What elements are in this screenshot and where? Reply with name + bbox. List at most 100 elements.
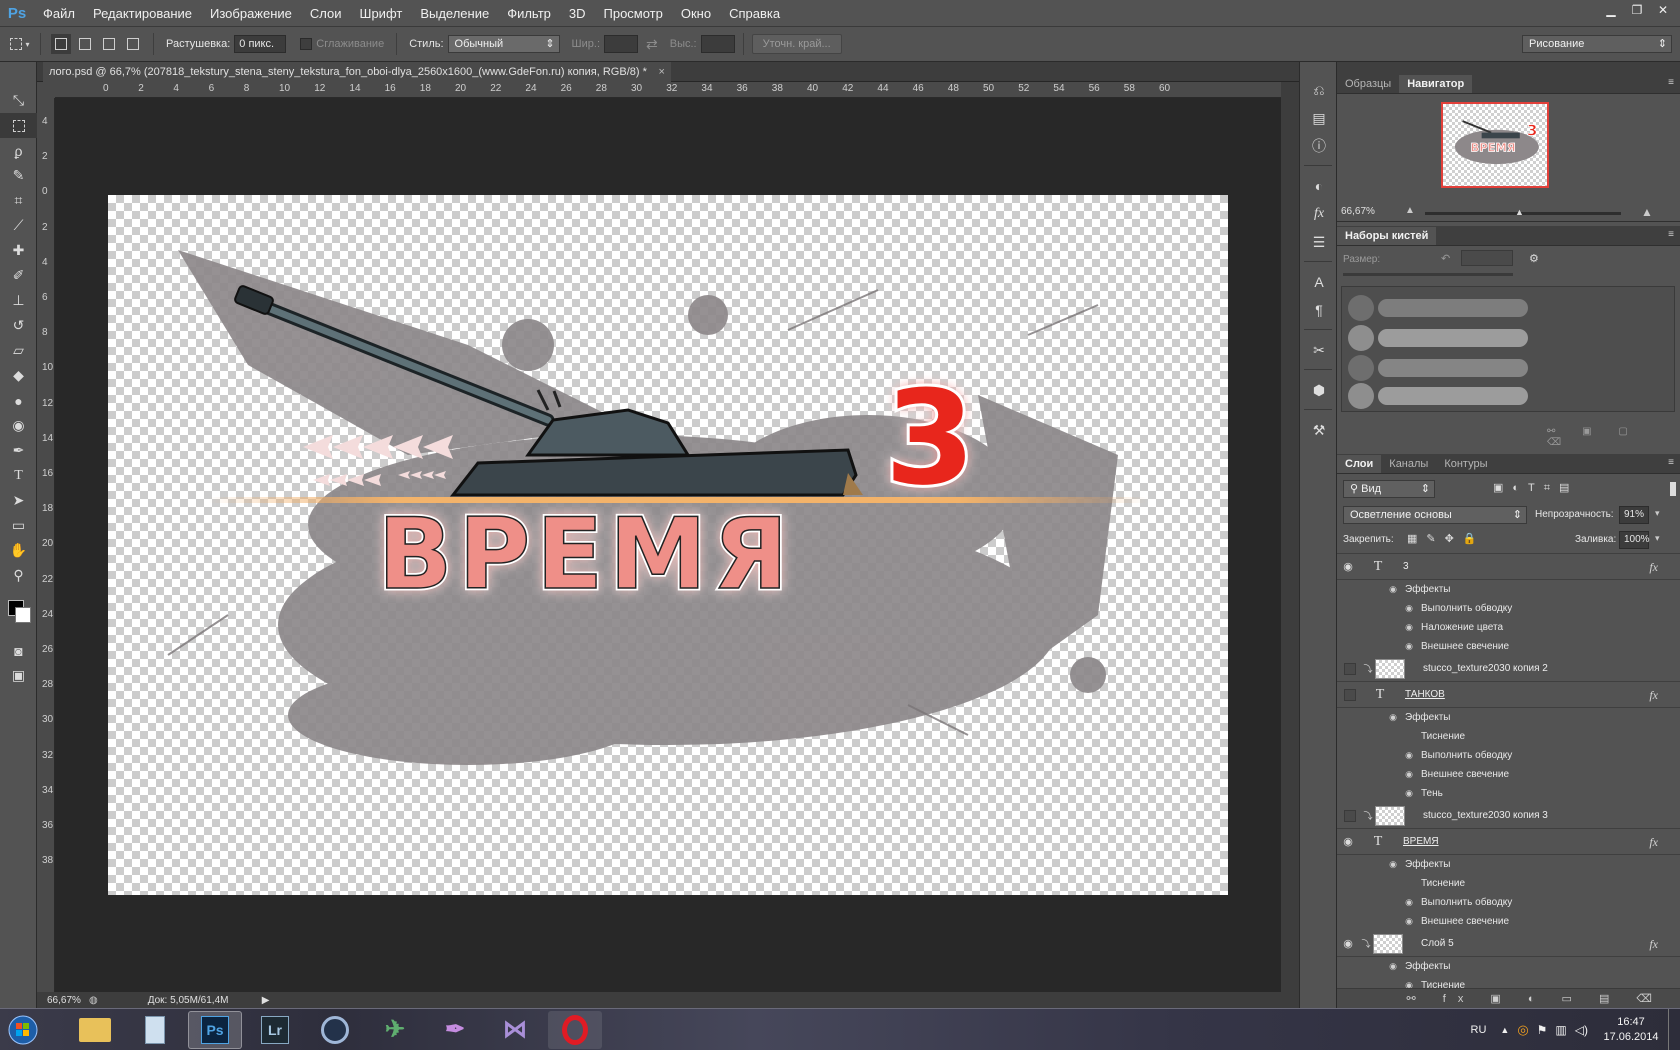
menu-window[interactable]: Окно bbox=[672, 0, 720, 27]
menu-view[interactable]: Просмотр bbox=[595, 0, 672, 27]
menu-3d[interactable]: 3D bbox=[560, 0, 595, 27]
character-panel-icon[interactable]: A bbox=[1300, 268, 1338, 296]
menu-select[interactable]: Выделение bbox=[411, 0, 498, 27]
visibility-eye-icon[interactable]: ◉ bbox=[1337, 560, 1359, 573]
effect-row[interactable]: ◉ Внешнее свечение bbox=[1337, 912, 1680, 931]
effect-eye-icon[interactable]: ◉ bbox=[1401, 603, 1417, 614]
history-panel-icon[interactable]: ⎌ bbox=[1300, 76, 1338, 104]
crop-tool-icon[interactable]: ⌗ bbox=[0, 188, 37, 213]
layers-list[interactable]: ◉ T 3 fx ◉ Эффекты ◉ Выполнить обводку ◉ Наложени… bbox=[1337, 554, 1680, 1012]
visibility-toggle[interactable] bbox=[1344, 809, 1356, 822]
effect-eye-icon[interactable]: ◉ bbox=[1401, 622, 1417, 633]
brush-size-input[interactable] bbox=[1461, 250, 1513, 266]
taskbar-calculator-icon[interactable] bbox=[128, 1011, 182, 1049]
effect-eye-icon[interactable]: ◉ bbox=[1385, 859, 1401, 870]
brush-size-slider[interactable] bbox=[1343, 273, 1513, 276]
shape-tool-icon[interactable]: ▭ bbox=[0, 513, 37, 538]
layer-filter-icons[interactable]: ▣◐T⌗▤ bbox=[1493, 481, 1578, 495]
move-tool-icon[interactable]: ⤡ bbox=[0, 88, 37, 113]
taskbar-explorer-icon[interactable] bbox=[68, 1011, 122, 1049]
status-info-icon[interactable]: ◍ bbox=[89, 995, 98, 1006]
tray-expand-icon[interactable]: ▲ bbox=[1500, 1025, 1509, 1035]
effect-eye-icon[interactable]: ◉ bbox=[1401, 916, 1417, 927]
navigator-thumbnail[interactable]: ВРЕМЯ 3 bbox=[1441, 102, 1549, 188]
effects-group-row[interactable]: ◉ Эффекты bbox=[1337, 855, 1680, 874]
start-button[interactable] bbox=[0, 1010, 46, 1050]
effect-eye-icon[interactable]: ◉ bbox=[1385, 712, 1401, 723]
fill-dropdown-icon[interactable]: ▾ bbox=[1655, 533, 1660, 544]
effect-eye-icon[interactable]: ◉ bbox=[1385, 584, 1401, 595]
fx-icon[interactable]: fx bbox=[1649, 937, 1658, 952]
eyedropper-tool-icon[interactable]: ⟋ bbox=[0, 213, 37, 238]
tab-swatches[interactable]: Образцы bbox=[1337, 75, 1399, 93]
effects-group-row[interactable]: ◉ Эффекты bbox=[1337, 708, 1680, 727]
layer-row[interactable]: T ТАНКОВ fx bbox=[1337, 682, 1680, 708]
tab-channels[interactable]: Каналы bbox=[1381, 455, 1436, 473]
actions-panel-icon[interactable]: ▤ bbox=[1300, 104, 1338, 132]
refine-edge-button[interactable]: Уточн. край... bbox=[751, 34, 842, 54]
menu-type[interactable]: Шрифт bbox=[351, 0, 412, 27]
fill-input[interactable]: 100% bbox=[1619, 531, 1650, 549]
menu-filter[interactable]: Фильтр bbox=[498, 0, 560, 27]
effects-group-row[interactable]: ◉ Эффекты bbox=[1337, 580, 1680, 599]
menu-file[interactable]: Файл bbox=[34, 0, 84, 27]
tray-volume-icon[interactable]: ◁) bbox=[1575, 1023, 1588, 1037]
tab-close-icon[interactable]: × bbox=[658, 62, 664, 82]
clock[interactable]: 16:47 17.06.2014 bbox=[1594, 1015, 1668, 1045]
path-select-tool-icon[interactable]: ➤ bbox=[0, 488, 37, 513]
tool-presets-panel-icon[interactable]: ✂ bbox=[1300, 336, 1338, 364]
menu-image[interactable]: Изображение bbox=[201, 0, 301, 27]
zoom-out-icon[interactable]: ▲ bbox=[1405, 205, 1415, 216]
lasso-tool-icon[interactable]: ϼ bbox=[0, 138, 37, 163]
effect-eye-icon[interactable]: ◉ bbox=[1401, 769, 1417, 780]
effect-row[interactable]: ◉ Внешнее свечение bbox=[1337, 765, 1680, 784]
paragraph-panel-icon[interactable]: ¶ bbox=[1300, 296, 1338, 324]
intersect-selection-icon[interactable] bbox=[123, 34, 143, 54]
clone-source-panel-icon[interactable]: ⚒ bbox=[1300, 416, 1338, 444]
eraser-tool-icon[interactable]: ▱ bbox=[0, 338, 37, 363]
language-indicator[interactable]: RU bbox=[1471, 1024, 1487, 1036]
adjustments-panel-icon[interactable]: ◐ bbox=[1300, 172, 1338, 200]
document-tab[interactable]: лого.psd @ 66,7% (207818_tekstury_stena_… bbox=[43, 62, 671, 82]
effect-eye-icon[interactable]: ◉ bbox=[1401, 788, 1417, 799]
taskbar-game-icon[interactable]: ✈ bbox=[368, 1011, 422, 1049]
taskbar-visualstudio-icon[interactable]: ⋈ bbox=[488, 1011, 542, 1049]
lock-icons[interactable]: ▦✎✥🔒 bbox=[1407, 532, 1486, 545]
opacity-input[interactable]: 91% bbox=[1619, 506, 1649, 524]
visibility-toggle[interactable] bbox=[1344, 662, 1356, 675]
3d-panel-icon[interactable]: ⬢ bbox=[1300, 376, 1338, 404]
panel-menu-icon[interactable]: ≡ bbox=[1668, 229, 1674, 240]
navigator-zoom-handle[interactable]: ▲ bbox=[1515, 207, 1524, 217]
subtract-selection-icon[interactable] bbox=[99, 34, 119, 54]
layer-row[interactable]: ◉ ⤵ Слой 5 fx bbox=[1337, 931, 1680, 957]
reset-brush-icon[interactable]: ↶ bbox=[1441, 252, 1450, 265]
style-select[interactable]: Обычный ⇕ bbox=[447, 35, 560, 53]
effect-eye-icon[interactable]: ◉ bbox=[1401, 897, 1417, 908]
styles-panel-icon[interactable]: fx bbox=[1300, 200, 1338, 228]
zoom-in-icon[interactable]: ▲ bbox=[1641, 205, 1653, 219]
minimize-icon[interactable]: ▁ bbox=[1600, 2, 1622, 18]
history-brush-tool-icon[interactable]: ↺ bbox=[0, 313, 37, 338]
effect-row[interactable]: Тиснение bbox=[1337, 874, 1680, 893]
hand-tool-icon[interactable]: ✋ bbox=[0, 538, 37, 563]
effect-row[interactable]: ◉ Выполнить обводку bbox=[1337, 746, 1680, 765]
taskbar-photoshop-icon[interactable]: Ps bbox=[188, 1010, 242, 1049]
paint-bucket-tool-icon[interactable]: ◆ bbox=[0, 363, 37, 388]
effect-row[interactable]: ◉ Выполнить обводку bbox=[1337, 893, 1680, 912]
layer-row[interactable]: ⤵ stucco_texture2030 копия 3 bbox=[1337, 803, 1680, 829]
effect-eye-icon[interactable]: ◉ bbox=[1385, 961, 1401, 972]
tray-flag-icon[interactable]: ⚑ bbox=[1537, 1023, 1548, 1037]
show-desktop-button[interactable] bbox=[1668, 1009, 1680, 1050]
quick-mask-icon[interactable]: ◙ bbox=[0, 638, 37, 663]
type-tool-icon[interactable]: T bbox=[0, 463, 37, 488]
stamp-tool-icon[interactable]: ⊥ bbox=[0, 288, 37, 313]
healing-tool-icon[interactable]: ✚ bbox=[0, 238, 37, 263]
layer-row[interactable]: ◉ T 3 fx bbox=[1337, 554, 1680, 580]
background-color-swatch[interactable] bbox=[15, 607, 31, 623]
visibility-toggle[interactable] bbox=[1344, 688, 1356, 701]
fx-icon[interactable]: fx bbox=[1649, 688, 1658, 703]
tray-network-icon[interactable]: ▥ bbox=[1555, 1023, 1566, 1037]
status-zoom[interactable]: 66,67% bbox=[37, 995, 89, 1006]
menu-help[interactable]: Справка bbox=[720, 0, 789, 27]
info-panel-icon[interactable]: ⓘ bbox=[1300, 132, 1338, 160]
